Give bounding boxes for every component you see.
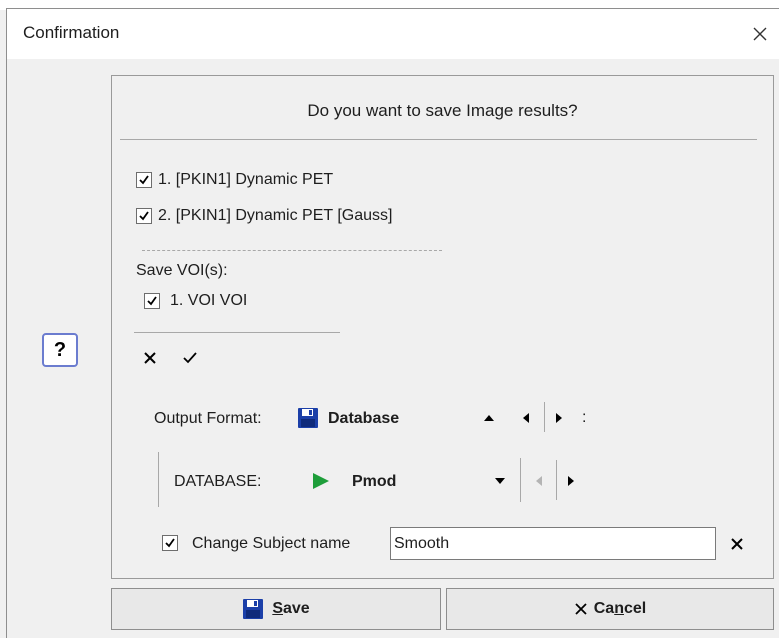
format-up-button[interactable] bbox=[481, 409, 497, 427]
x-mark-icon bbox=[575, 603, 587, 615]
confirmation-dialog: Confirmation ? Do you want to save Image… bbox=[6, 8, 779, 638]
format-next-button[interactable] bbox=[552, 409, 566, 427]
database-prev-button[interactable] bbox=[532, 472, 546, 490]
play-icon bbox=[310, 471, 332, 491]
database-bracket bbox=[158, 452, 159, 507]
question-mark-icon: ? bbox=[53, 338, 67, 361]
change-subject-label: Change Subject name bbox=[192, 535, 351, 552]
database-nav-separator bbox=[520, 458, 521, 502]
caret-right-icon bbox=[568, 476, 574, 486]
image-2-checkbox[interactable] bbox=[136, 208, 152, 224]
checkmark-icon bbox=[139, 175, 149, 185]
database-label: DATABASE: bbox=[174, 473, 262, 490]
checkmark-icon bbox=[139, 211, 149, 221]
format-options-colon: : bbox=[582, 409, 587, 426]
dialog-title: Confirmation bbox=[23, 23, 120, 42]
change-subject-checkbox[interactable] bbox=[162, 535, 178, 551]
help-button[interactable]: ? bbox=[42, 333, 78, 367]
floppy-disk-icon bbox=[296, 407, 320, 429]
save-button[interactable]: Save bbox=[111, 588, 441, 630]
cancel-button-label: Cancel bbox=[593, 600, 647, 617]
voi-1-checkbox[interactable] bbox=[144, 293, 160, 309]
caret-right-icon bbox=[556, 413, 562, 423]
caret-down-icon bbox=[495, 478, 505, 484]
output-format-label: Output Format: bbox=[154, 410, 262, 427]
database-dropdown-button[interactable] bbox=[492, 472, 508, 490]
caret-left-icon bbox=[536, 476, 542, 486]
top-separator bbox=[120, 139, 757, 140]
checkmark-icon bbox=[183, 352, 197, 364]
save-button-label: Save bbox=[272, 600, 310, 617]
x-mark-icon bbox=[731, 538, 743, 550]
title-bar: Confirmation bbox=[7, 9, 779, 59]
x-mark-icon bbox=[144, 352, 156, 364]
format-nav-separator bbox=[544, 402, 545, 432]
floppy-disk-icon bbox=[243, 599, 264, 619]
clear-subject-button[interactable] bbox=[727, 534, 747, 554]
close-icon bbox=[753, 27, 767, 41]
close-button[interactable] bbox=[742, 17, 778, 51]
cancel-button[interactable]: Cancel bbox=[446, 588, 774, 630]
image-2-label: 2. [PKIN1] Dynamic PET [Gauss] bbox=[158, 207, 393, 224]
voi-1-label: 1. VOI VOI bbox=[170, 292, 248, 309]
checkmark-icon bbox=[165, 538, 175, 548]
voi-separator bbox=[134, 332, 340, 333]
output-format-value: Database bbox=[328, 410, 400, 427]
deselect-all-button[interactable] bbox=[140, 348, 160, 368]
subject-name-input[interactable] bbox=[390, 527, 716, 560]
checkmark-icon bbox=[147, 296, 157, 306]
dashed-separator bbox=[142, 250, 442, 251]
caret-up-icon bbox=[484, 415, 494, 421]
select-all-button[interactable] bbox=[180, 348, 200, 368]
save-question: Do you want to save Image results? bbox=[307, 101, 578, 120]
format-prev-button[interactable] bbox=[519, 409, 533, 427]
database-next-button[interactable] bbox=[564, 472, 578, 490]
caret-left-icon bbox=[523, 413, 529, 423]
database-nav-separator-2 bbox=[556, 460, 557, 500]
voi-header: Save VOI(s): bbox=[136, 262, 228, 279]
image-1-label: 1. [PKIN1] Dynamic PET bbox=[158, 171, 334, 188]
save-options-panel: Do you want to save Image results? 1. [P… bbox=[111, 75, 774, 579]
image-1-checkbox[interactable] bbox=[136, 172, 152, 188]
database-value: Pmod bbox=[352, 473, 397, 490]
